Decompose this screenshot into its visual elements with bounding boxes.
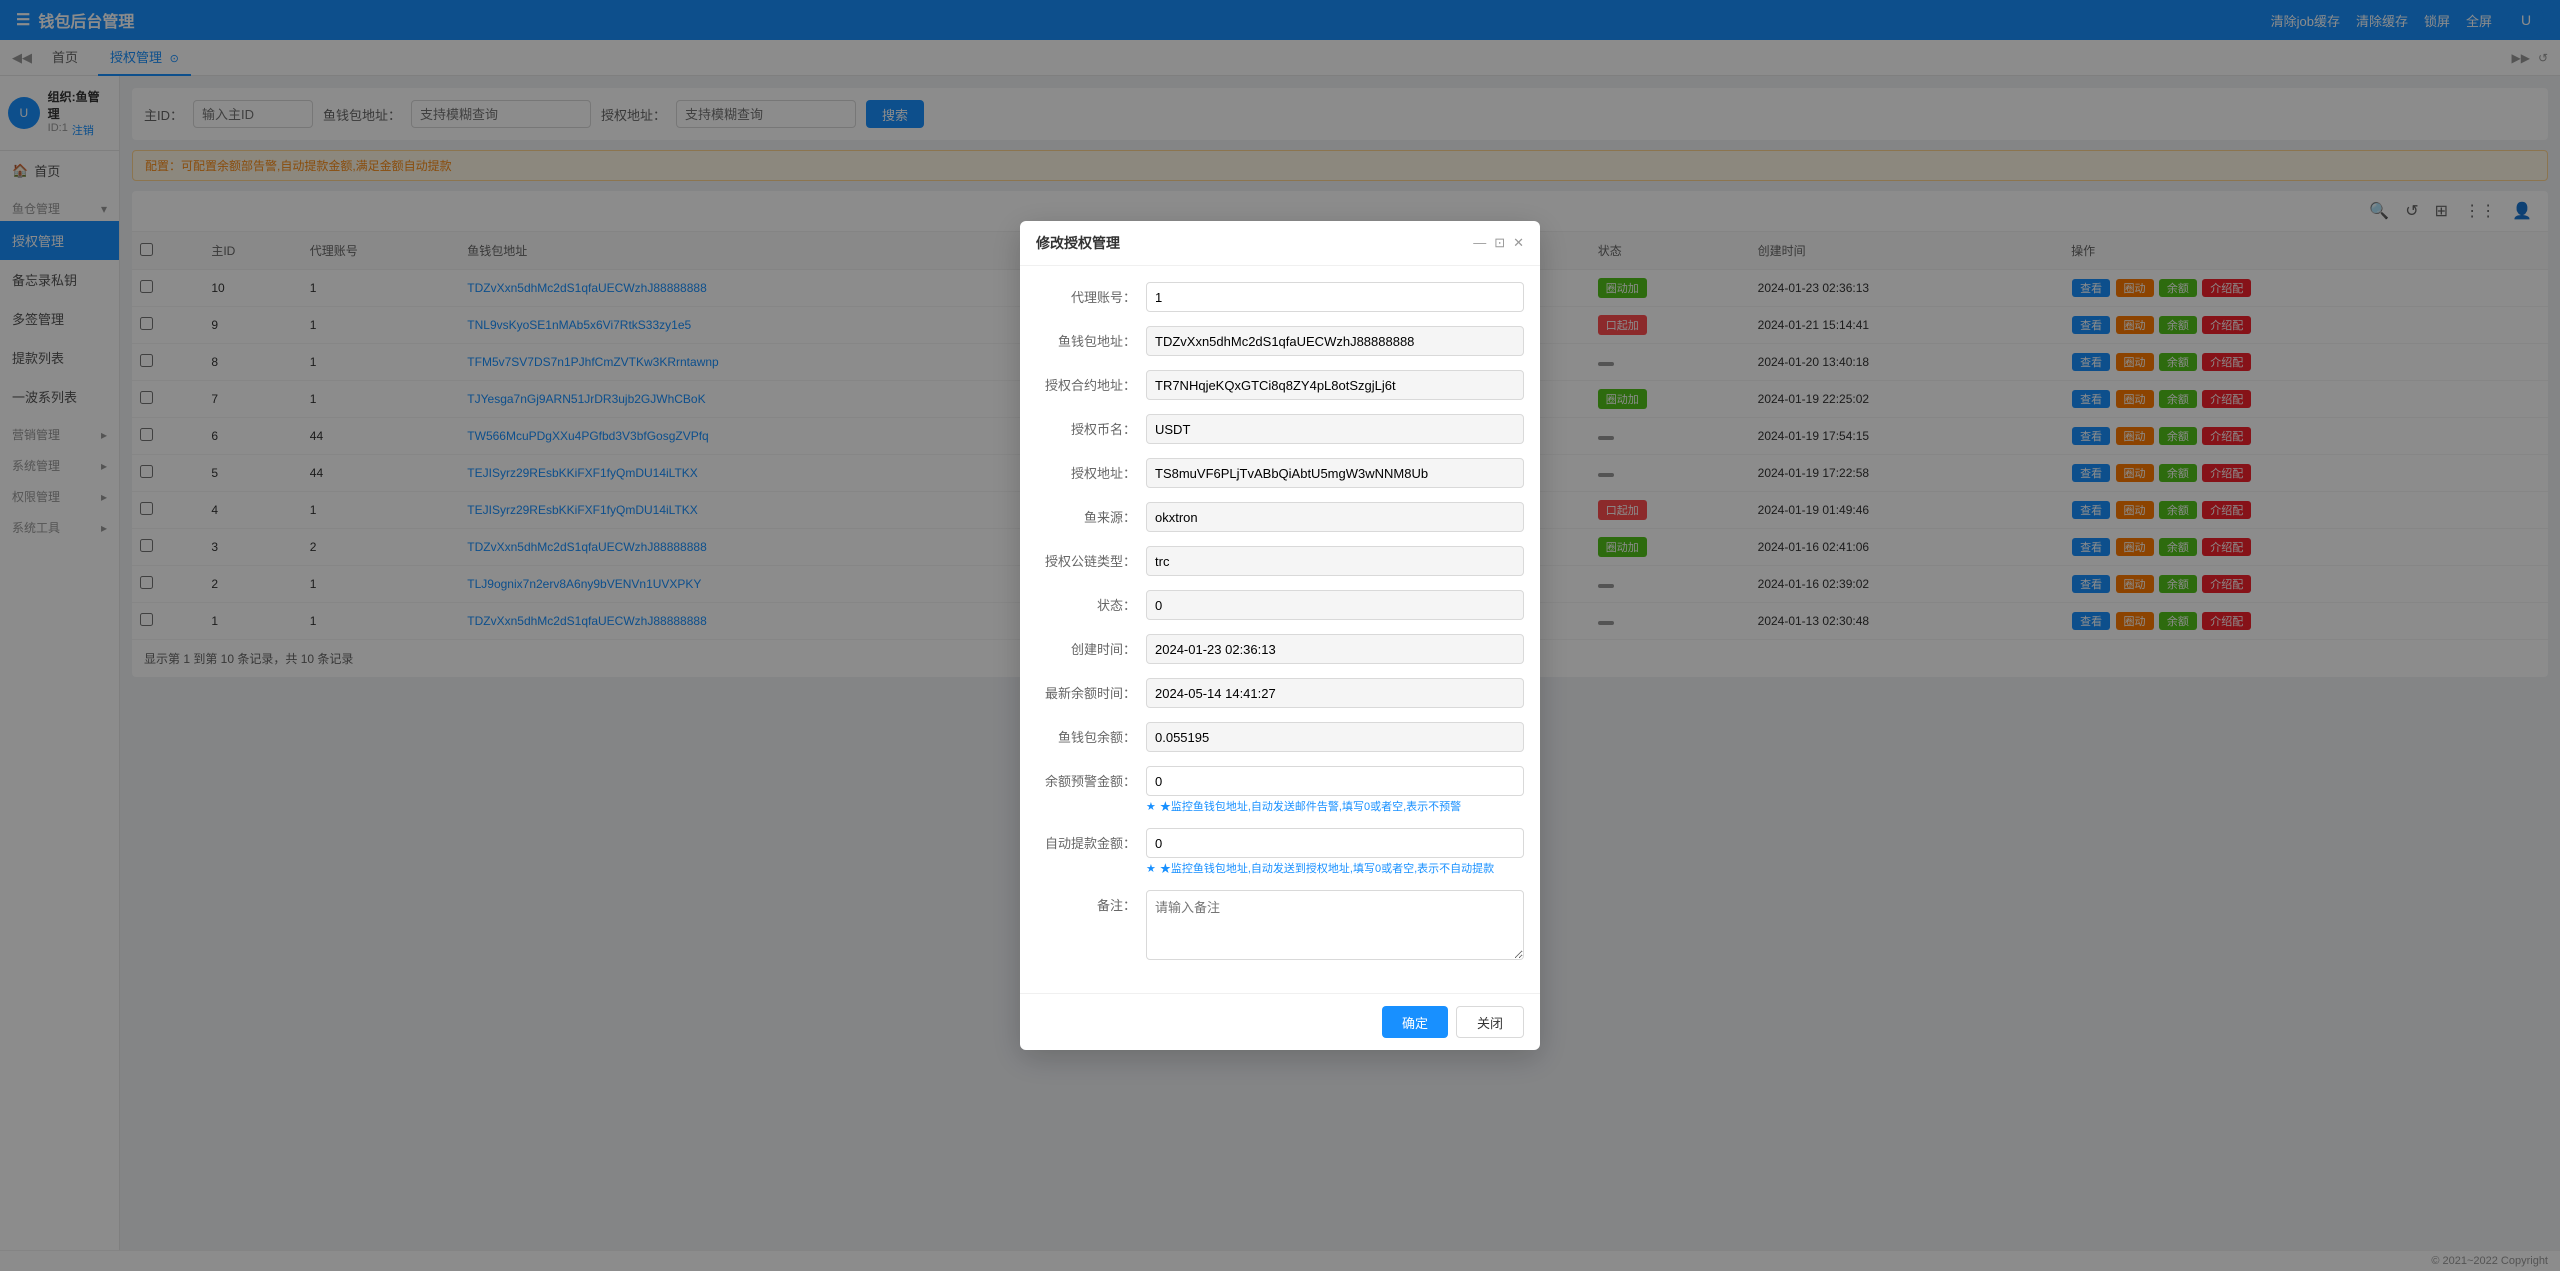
form-row-auth-coin: 授权币名： — [1036, 414, 1524, 444]
agent-no-label: 代理账号： — [1036, 282, 1146, 306]
created-label: 创建时间： — [1036, 634, 1146, 658]
status-value — [1146, 590, 1524, 620]
min-balance-label: 余额预警金额： — [1036, 766, 1146, 790]
min-balance-input[interactable] — [1146, 766, 1524, 796]
auth-contract-input[interactable] — [1146, 370, 1524, 400]
min-balance-value: ★ ★监控鱼钱包地址,自动发送邮件告警,填写0或者空,表示不预警 — [1146, 766, 1524, 814]
auth-addr-input[interactable] — [1146, 458, 1524, 488]
form-row-wallet-balance: 鱼钱包余额： — [1036, 722, 1524, 752]
auth-addr-label: 授权地址： — [1036, 458, 1146, 482]
auth-contract-value — [1146, 370, 1524, 400]
info-icon2: ★ — [1146, 862, 1156, 875]
auth-coin-value — [1146, 414, 1524, 444]
auth-chain-value — [1146, 546, 1524, 576]
form-row-auth-contract: 授权合约地址： — [1036, 370, 1524, 400]
wallet-balance-input[interactable] — [1146, 722, 1524, 752]
modal-restore-icon[interactable]: ⊡ — [1494, 235, 1505, 251]
status-input[interactable] — [1146, 590, 1524, 620]
wallet-addr-input[interactable] — [1146, 326, 1524, 356]
form-row-fish-source: 鱼来源： — [1036, 502, 1524, 532]
form-row-min-balance: 余额预警金额： ★ ★监控鱼钱包地址,自动发送邮件告警,填写0或者空,表示不预警 — [1036, 766, 1524, 814]
form-row-agent: 代理账号： — [1036, 282, 1524, 312]
created-value — [1146, 634, 1524, 664]
form-row-status: 状态： — [1036, 590, 1524, 620]
fish-source-value — [1146, 502, 1524, 532]
wallet-balance-value — [1146, 722, 1524, 752]
updated-input[interactable] — [1146, 678, 1524, 708]
modal-title: 修改授权管理 — [1036, 233, 1120, 253]
agent-no-input[interactable] — [1146, 282, 1524, 312]
fish-source-input[interactable] — [1146, 502, 1524, 532]
min-balance-hint-text: ★监控鱼钱包地址,自动发送邮件告警,填写0或者空,表示不预警 — [1160, 798, 1461, 814]
auto-withdraw-input[interactable] — [1146, 828, 1524, 858]
auto-withdraw-value: ★ ★监控鱼钱包地址,自动发送到授权地址,填写0或者空,表示不自动提款 — [1146, 828, 1524, 876]
modal-minimize-icon[interactable]: — — [1473, 235, 1486, 251]
auto-withdraw-label: 自动提款金额： — [1036, 828, 1146, 852]
wallet-addr-label: 鱼钱包地址： — [1036, 326, 1146, 350]
form-row-remark: 备注： — [1036, 890, 1524, 963]
fish-source-label: 鱼来源： — [1036, 502, 1146, 526]
wallet-addr-value — [1146, 326, 1524, 356]
cancel-button[interactable]: 关闭 — [1456, 1006, 1524, 1038]
form-row-updated: 最新余额时间： — [1036, 678, 1524, 708]
modal-footer: 确定 关闭 — [1020, 993, 1540, 1050]
created-input[interactable] — [1146, 634, 1524, 664]
wallet-balance-label: 鱼钱包余额： — [1036, 722, 1146, 746]
modal-header: 修改授权管理 — ⊡ ✕ — [1020, 221, 1540, 266]
auth-coin-label: 授权币名： — [1036, 414, 1146, 438]
confirm-button[interactable]: 确定 — [1382, 1006, 1448, 1038]
info-icon: ★ — [1146, 800, 1156, 813]
form-row-auth-chain: 授权公链类型： — [1036, 546, 1524, 576]
auth-contract-label: 授权合约地址： — [1036, 370, 1146, 394]
form-row-auth-addr: 授权地址： — [1036, 458, 1524, 488]
form-row-created: 创建时间： — [1036, 634, 1524, 664]
auto-withdraw-hint: ★ ★监控鱼钱包地址,自动发送到授权地址,填写0或者空,表示不自动提款 — [1146, 860, 1524, 876]
updated-value — [1146, 678, 1524, 708]
auth-chain-label: 授权公链类型： — [1036, 546, 1146, 570]
modal-close-icon[interactable]: ✕ — [1513, 235, 1524, 251]
form-row-wallet: 鱼钱包地址： — [1036, 326, 1524, 356]
auth-addr-value — [1146, 458, 1524, 488]
agent-no-value — [1146, 282, 1524, 312]
remark-value — [1146, 890, 1524, 963]
status-label: 状态： — [1036, 590, 1146, 614]
modal-body: 代理账号： 鱼钱包地址： 授权合约地址： 授权币名： — [1020, 266, 1540, 993]
modal: 修改授权管理 — ⊡ ✕ 代理账号： 鱼钱包地址： 授权合约地址 — [1020, 221, 1540, 1050]
auto-withdraw-hint-text: ★监控鱼钱包地址,自动发送到授权地址,填写0或者空,表示不自动提款 — [1160, 860, 1494, 876]
auth-chain-input[interactable] — [1146, 546, 1524, 576]
remark-textarea[interactable] — [1146, 890, 1524, 960]
remark-label: 备注： — [1036, 890, 1146, 914]
form-row-auto-withdraw: 自动提款金额： ★ ★监控鱼钱包地址,自动发送到授权地址,填写0或者空,表示不自… — [1036, 828, 1524, 876]
auth-coin-input[interactable] — [1146, 414, 1524, 444]
modal-header-icons: — ⊡ ✕ — [1473, 235, 1524, 251]
updated-label: 最新余额时间： — [1036, 678, 1146, 702]
modal-overlay[interactable]: 修改授权管理 — ⊡ ✕ 代理账号： 鱼钱包地址： 授权合约地址 — [0, 0, 2560, 1271]
min-balance-hint: ★ ★监控鱼钱包地址,自动发送邮件告警,填写0或者空,表示不预警 — [1146, 798, 1524, 814]
